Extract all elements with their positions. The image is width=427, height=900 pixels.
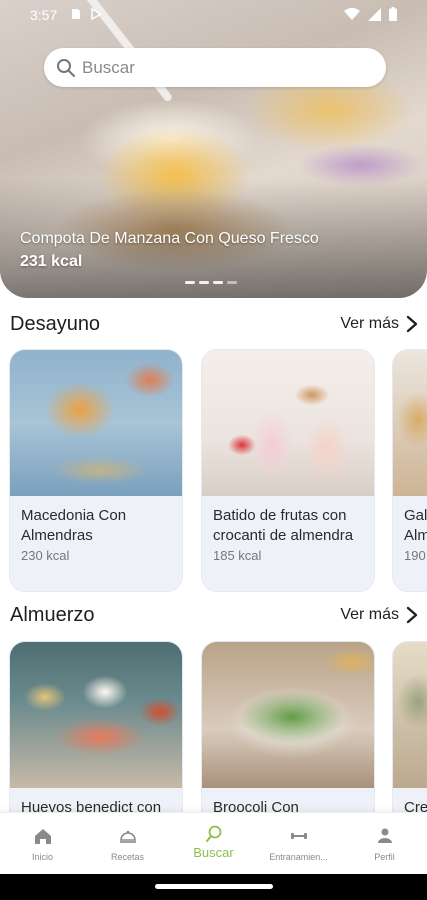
battery-icon [389,7,397,21]
section-title: Almuerzo [10,604,95,626]
recipe-kcal: 185 kcal [213,548,262,563]
recipe-card[interactable]: Macedonia Con Almendras 230 kcal [9,349,183,592]
cell-signal-icon [368,7,381,21]
status-indicators [344,7,397,21]
see-more-label: Ver más [340,606,399,623]
recipe-image [393,350,427,496]
recipe-name: Macedonia Con Almendras [21,507,127,544]
status-time: 3:57 [30,7,58,23]
section-header-desayuno: Desayuno Ver más [0,313,427,343]
bottom-navigation: Inicio Recetas Buscar Entranamien... Per… [0,812,427,874]
play-store-icon [91,8,102,20]
section-title: Desayuno [10,313,101,335]
search-bar[interactable] [44,48,386,87]
home-gesture-handle[interactable] [155,884,273,889]
hero-carousel[interactable]: Compota De Manzana Con Queso Fresco 231 … [0,0,427,298]
home-icon [34,829,51,844]
carousel-indicators [185,281,237,284]
recipe-card[interactable]: Gal Alm 190 [392,349,427,592]
carousel-dot[interactable] [185,281,195,284]
recipe-image [202,642,374,788]
search-icon [57,58,75,77]
recipe-row-almuerzo[interactable]: Huevos benedict con Broocoli Con Cre [0,641,427,812]
nav-label: Perfil [374,852,395,862]
wifi-icon [344,8,360,20]
recipe-name: Huevos benedict con [21,799,162,812]
carousel-dot[interactable] [227,281,237,284]
nav-label: Inicio [31,852,53,862]
recipe-row-desayuno[interactable]: Macedonia Con Almendras 230 kcal Batido … [0,349,427,599]
recipe-image [393,642,427,788]
hero-recipe-title[interactable]: Compota De Manzana Con Queso Fresco [20,230,319,248]
recipe-card[interactable]: Huevos benedict con [9,641,183,812]
recipe-image [202,350,374,496]
see-more-label: Ver más [340,315,399,332]
chevron-right-icon [406,606,418,624]
hero-recipe-kcal: 231 kcal [20,253,83,270]
dumbbell-icon [290,833,307,839]
recipe-image [10,642,182,788]
nav-label: Entranamien... [269,852,328,862]
recipe-kcal: 190 [404,548,426,563]
nav-label: Recetas [110,852,145,862]
cloche-icon [119,830,136,843]
person-icon [377,828,392,843]
chevron-right-icon [406,315,418,333]
recipe-card[interactable]: Broocoli Con [201,641,375,812]
carousel-dot[interactable] [199,281,209,284]
system-navigation-bar [0,874,427,900]
recipe-card[interactable]: Batido de frutas con crocanti de almendr… [201,349,375,592]
nav-label: Buscar [193,845,234,860]
recipe-name: Gal Alm [404,507,427,544]
nav-item-entrenamiento[interactable]: Entranamien... [256,813,341,875]
see-more-button[interactable]: Ver más [340,315,419,333]
nav-item-perfil[interactable]: Perfil [342,813,427,875]
nav-item-recetas[interactable]: Recetas [85,813,170,875]
nav-item-buscar[interactable]: Buscar [171,813,256,875]
nav-item-inicio[interactable]: Inicio [0,813,85,875]
recipe-kcal: 230 kcal [21,548,70,563]
carousel-dot[interactable] [213,281,223,284]
search-input[interactable] [82,57,342,78]
recipe-name: Batido de frutas con crocanti de almendr… [213,507,354,544]
see-more-button[interactable]: Ver más [340,606,419,624]
section-header-almuerzo: Almuerzo Ver más [0,604,427,634]
recipe-image [10,350,182,496]
search-icon [205,825,221,842]
recipe-name: Broocoli Con [213,799,299,812]
recipe-name: Cre [404,799,427,812]
recipe-card[interactable]: Cre [392,641,427,812]
sim-card-icon [72,9,80,19]
status-bar: 3:57 [0,0,427,30]
